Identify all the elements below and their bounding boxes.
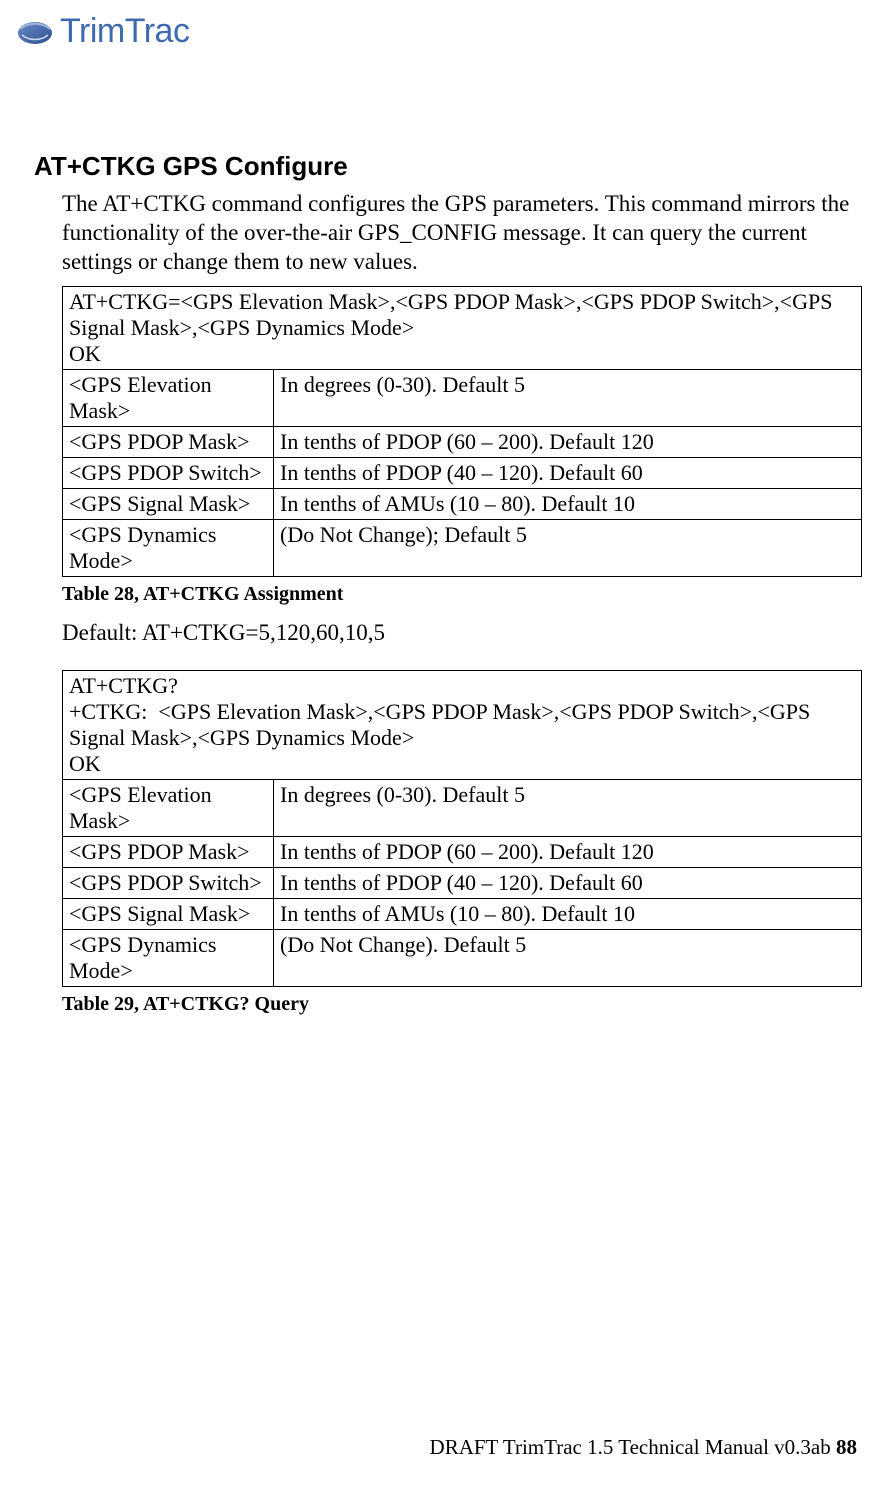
param-desc: In tenths of AMUs (10 – 80). Default 10 bbox=[274, 899, 862, 930]
table-assignment: AT+CTKG=<GPS Elevation Mask>,<GPS PDOP M… bbox=[62, 286, 862, 577]
section-title: AT+CTKG GPS Configure bbox=[34, 151, 857, 182]
brand-logo: TrimTrac bbox=[16, 12, 857, 51]
table-row: <GPS Signal Mask>In tenths of AMUs (10 –… bbox=[63, 899, 862, 930]
param-desc: In tenths of PDOP (60 – 200). Default 12… bbox=[274, 427, 862, 458]
param-name: <GPS Signal Mask> bbox=[63, 899, 274, 930]
table1-header: AT+CTKG=<GPS Elevation Mask>,<GPS PDOP M… bbox=[63, 287, 862, 370]
table-row: <GPS PDOP Mask>In tenths of PDOP (60 – 2… bbox=[63, 837, 862, 868]
param-desc: In tenths of PDOP (60 – 200). Default 12… bbox=[274, 837, 862, 868]
table-row: <GPS PDOP Switch>In tenths of PDOP (40 –… bbox=[63, 868, 862, 899]
param-name: <GPS PDOP Mask> bbox=[63, 427, 274, 458]
table-row: <GPS PDOP Switch>In tenths of PDOP (40 –… bbox=[63, 458, 862, 489]
param-name: <GPS PDOP Mask> bbox=[63, 837, 274, 868]
table-row: <GPS Signal Mask>In tenths of AMUs (10 –… bbox=[63, 489, 862, 520]
table-row: <GPS Dynamics Mode>(Do Not Change); Defa… bbox=[63, 520, 862, 577]
param-desc: In tenths of AMUs (10 – 80). Default 10 bbox=[274, 489, 862, 520]
param-desc: In degrees (0-30). Default 5 bbox=[274, 370, 862, 427]
param-desc: In tenths of PDOP (40 – 120). Default 60 bbox=[274, 868, 862, 899]
table-row: <GPS Dynamics Mode>(Do Not Change). Defa… bbox=[63, 930, 862, 987]
page-footer: DRAFT TrimTrac 1.5 Technical Manual v0.3… bbox=[430, 1435, 857, 1460]
param-name: <GPS PDOP Switch> bbox=[63, 868, 274, 899]
param-desc: (Do Not Change). Default 5 bbox=[274, 930, 862, 987]
table-row: <GPS Elevation Mask>In degrees (0-30). D… bbox=[63, 780, 862, 837]
param-name: <GPS Dynamics Mode> bbox=[63, 520, 274, 577]
param-name: <GPS PDOP Switch> bbox=[63, 458, 274, 489]
default-line: Default: AT+CTKG=5,120,60,10,5 bbox=[62, 620, 857, 646]
table1-caption: Table 28, AT+CTKG Assignment bbox=[62, 583, 857, 606]
param-desc: In tenths of PDOP (40 – 120). Default 60 bbox=[274, 458, 862, 489]
param-name: <GPS Elevation Mask> bbox=[63, 370, 274, 427]
param-desc: In degrees (0-30). Default 5 bbox=[274, 780, 862, 837]
param-desc: (Do Not Change); Default 5 bbox=[274, 520, 862, 577]
page-number: 88 bbox=[836, 1435, 857, 1459]
table-query: AT+CTKG? +CTKG: <GPS Elevation Mask>,<GP… bbox=[62, 670, 862, 987]
param-name: <GPS Dynamics Mode> bbox=[63, 930, 274, 987]
trimtrac-icon bbox=[16, 19, 54, 45]
param-name: <GPS Signal Mask> bbox=[63, 489, 274, 520]
param-name: <GPS Elevation Mask> bbox=[63, 780, 274, 837]
footer-text: DRAFT TrimTrac 1.5 Technical Manual v0.3… bbox=[430, 1435, 836, 1459]
table-row: <GPS Elevation Mask>In degrees (0-30). D… bbox=[63, 370, 862, 427]
table-row: <GPS PDOP Mask>In tenths of PDOP (60 – 2… bbox=[63, 427, 862, 458]
brand-name: TrimTrac bbox=[60, 12, 189, 51]
table2-caption: Table 29, AT+CTKG? Query bbox=[62, 993, 857, 1016]
table2-header: AT+CTKG? +CTKG: <GPS Elevation Mask>,<GP… bbox=[63, 671, 862, 780]
section-intro: The AT+CTKG command configures the GPS p… bbox=[62, 190, 857, 276]
